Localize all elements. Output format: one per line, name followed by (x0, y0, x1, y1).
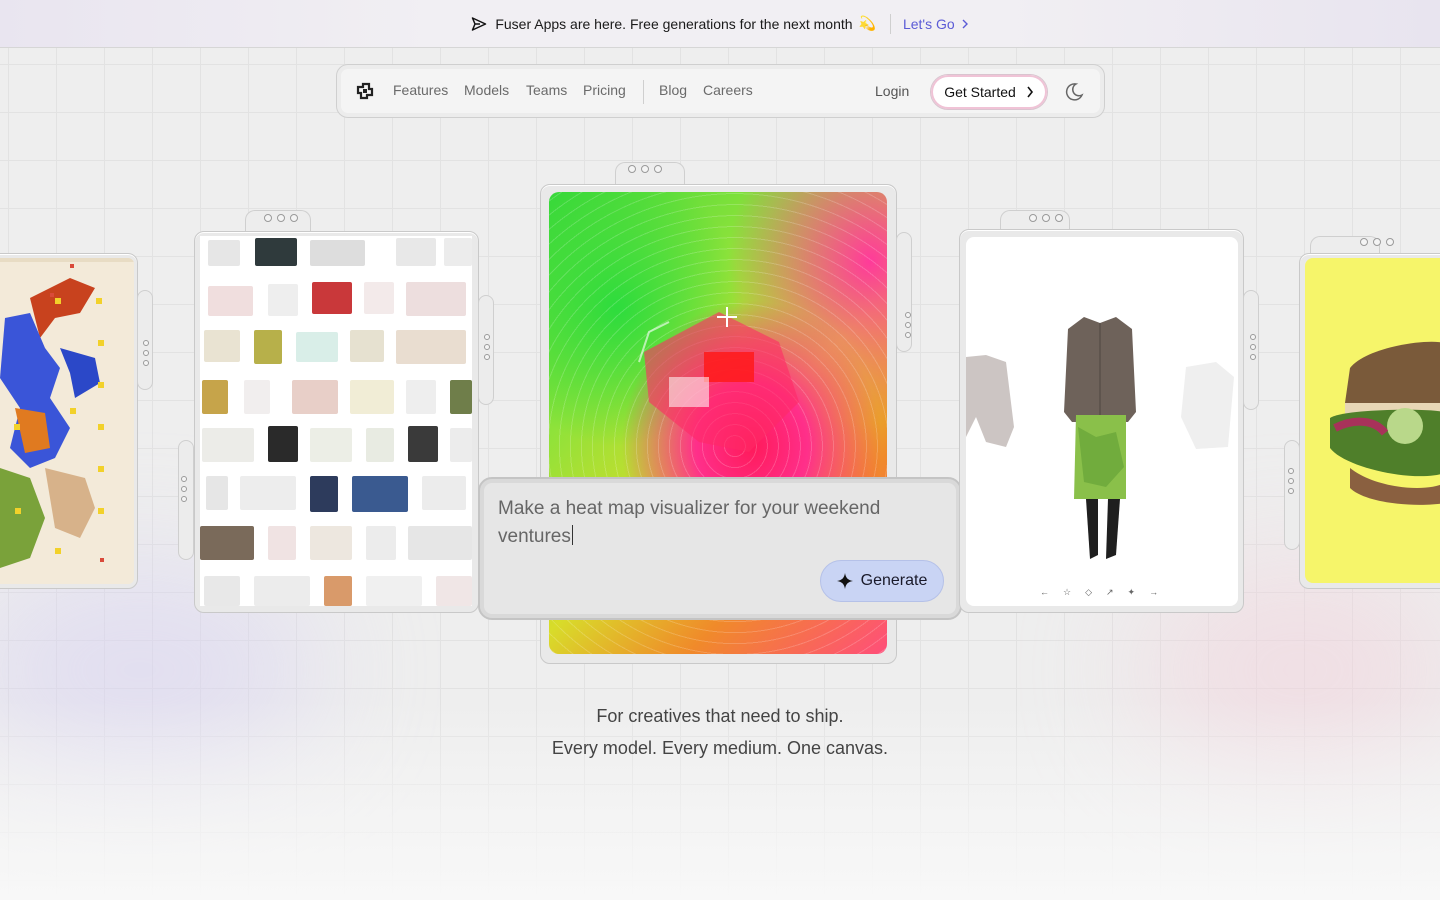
drag-handle-icon[interactable] (1250, 334, 1256, 360)
pixel-art-image (0, 258, 134, 584)
chevron-right-icon (962, 19, 968, 28)
login-link[interactable]: Login (875, 83, 909, 99)
prompt-input[interactable]: Make a heat map visualizer for your week… (498, 495, 938, 551)
chevron-right-icon (1027, 86, 1033, 98)
bottom-fade (0, 700, 1440, 900)
fashion-image: ← ☆ ◇ ↗ ✦ → (966, 237, 1238, 606)
sandwich-card-handle[interactable] (1284, 440, 1300, 550)
more-options-icon[interactable] (628, 165, 662, 173)
send-icon (472, 16, 487, 31)
lets-go-label: Let's Go (902, 15, 955, 32)
tagline-line-1: For creatives that need to ship. (596, 706, 844, 726)
more-options-icon[interactable] (1029, 214, 1063, 222)
sandwich-image (1305, 258, 1440, 583)
generate-button[interactable]: Generate (820, 560, 944, 602)
nav-link-models[interactable]: Models (464, 82, 509, 98)
lets-go-link[interactable]: Let's Go (903, 16, 969, 32)
prompt-box[interactable]: Make a heat map visualizer for your week… (478, 477, 962, 620)
sparkle-icon (836, 573, 853, 589)
moodboard-image (200, 236, 472, 606)
announcement-banner: Fuser Apps are here. Free generations fo… (0, 0, 1440, 48)
more-options-icon[interactable] (264, 214, 298, 222)
nav-divider (643, 80, 644, 104)
moon-icon[interactable] (1063, 81, 1085, 103)
nav-link-careers[interactable]: Careers (703, 82, 753, 98)
nav-link-features[interactable]: Features (393, 82, 448, 98)
nav-link-blog[interactable]: Blog (659, 82, 687, 98)
logo-icon[interactable] (355, 81, 375, 101)
banner-message: Fuser Apps are here. Free generations fo… (495, 15, 853, 32)
drag-handle-icon[interactable] (905, 312, 911, 338)
drag-handle-icon[interactable] (181, 476, 187, 502)
fashion-carousel-dots[interactable]: ← ☆ ◇ ↗ ✦ → (1040, 587, 1158, 598)
nav-link-pricing[interactable]: Pricing (583, 82, 626, 98)
prompt-input-value: Make a heat map visualizer for your week… (498, 498, 881, 547)
nav-link-teams[interactable]: Teams (526, 82, 567, 98)
generate-label: Generate (860, 572, 928, 589)
text-caret (571, 525, 573, 545)
main-nav: Features Models Teams Pricing Blog Caree… (336, 64, 1105, 118)
get-started-label: Get Started (944, 84, 1016, 100)
drag-handle-icon[interactable] (484, 334, 490, 360)
get-started-button[interactable]: Get Started (930, 74, 1048, 110)
banner-emoji: 💫 (858, 15, 876, 31)
drag-handle-icon[interactable] (143, 340, 149, 366)
tagline-line-2: Every model. Every medium. One canvas. (551, 738, 889, 758)
crosshair-icon (717, 307, 737, 327)
banner-divider (889, 13, 891, 34)
more-options-icon[interactable] (1360, 238, 1394, 246)
drag-handle-icon[interactable] (1288, 468, 1294, 494)
